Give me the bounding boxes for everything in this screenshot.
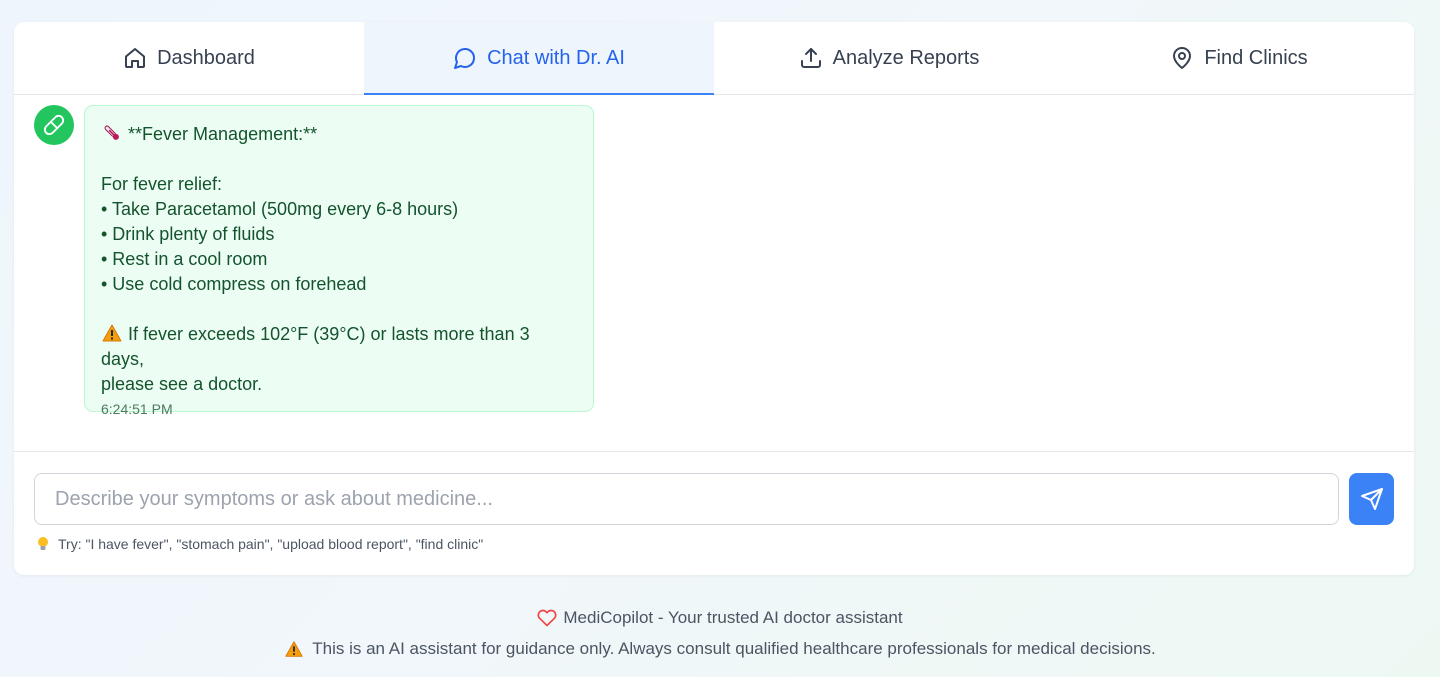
chat-bubble-icon: [454, 48, 476, 69]
message-timestamp: 6:24:51 PM: [101, 401, 173, 417]
tab-analyze-reports[interactable]: Analyze Reports: [714, 22, 1064, 94]
tab-bar: Dashboard Chat with Dr. AI Analyze Repor…: [14, 22, 1414, 95]
send-icon: [1360, 488, 1383, 510]
message-bullet: • Take Paracetamol (500mg every 6-8 hour…: [101, 199, 459, 219]
send-button[interactable]: [1349, 473, 1394, 525]
bot-avatar: [34, 105, 74, 145]
message-input[interactable]: [34, 473, 1339, 525]
footer-brand-text: MediCopilot - Your trusted AI doctor ass…: [563, 608, 903, 627]
bot-message-bubble: **Fever Management:** For fever relief: …: [84, 105, 594, 417]
map-pin-icon: [1173, 47, 1192, 69]
message-intro: For fever relief:: [101, 174, 223, 194]
warning-icon: [285, 641, 303, 657]
message-title-line: **Fever Management:**: [101, 122, 577, 147]
message-warning-line: If fever exceeds 102°F (39°C) or lasts m…: [101, 322, 577, 372]
message-bullet: • Use cold compress on forehead: [101, 274, 367, 294]
main-card: Dashboard Chat with Dr. AI Analyze Repor…: [14, 22, 1414, 575]
pill-icon: [43, 114, 65, 136]
upload-icon: [800, 48, 821, 68]
tab-find-clinics[interactable]: Find Clinics: [1064, 22, 1414, 94]
message-bullet: • Drink plenty of fluids: [101, 224, 275, 244]
tab-chat[interactable]: Chat with Dr. AI: [364, 22, 714, 95]
tab-chat-label: Chat with Dr. AI: [487, 46, 625, 69]
warning-icon: [102, 324, 122, 342]
lightbulb-icon: [38, 537, 48, 550]
hint-text: Try: "I have fever", "stomach pain", "up…: [58, 536, 484, 552]
suggestion-hint: Try: "I have fever", "stomach pain", "up…: [36, 536, 483, 552]
message-title: **Fever Management:**: [128, 124, 318, 144]
footer-disclaimer-text: This is an AI assistant for guidance onl…: [312, 639, 1156, 658]
tab-dashboard-label: Dashboard: [157, 46, 255, 69]
footer-disclaimer: This is an AI assistant for guidance onl…: [0, 639, 1440, 659]
thermometer-icon: [104, 125, 119, 140]
footer-brand: MediCopilot - Your trusted AI doctor ass…: [0, 608, 1440, 628]
message-warning-continued: please see a doctor.: [101, 374, 263, 394]
heart-icon: [537, 609, 557, 627]
chat-messages-area[interactable]: **Fever Management:** For fever relief: …: [14, 95, 1414, 452]
composer: [34, 473, 1394, 525]
home-icon: [125, 48, 146, 68]
message-warning-text: If fever exceeds 102°F (39°C) or lasts m…: [101, 324, 535, 369]
tab-analyze-reports-label: Analyze Reports: [832, 46, 980, 69]
tab-dashboard[interactable]: Dashboard: [14, 22, 364, 94]
tab-find-clinics-label: Find Clinics: [1204, 46, 1308, 69]
message-bullet: • Rest in a cool room: [101, 249, 268, 269]
